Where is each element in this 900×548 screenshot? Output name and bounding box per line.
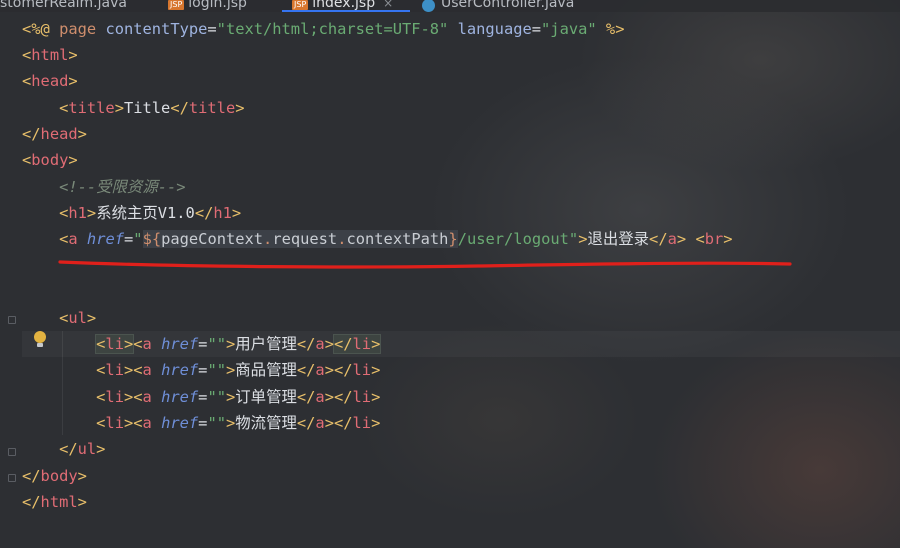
code-line-6: <body> [22,151,78,169]
red-underline-stroke [58,260,792,269]
code-line-li-2: <li><a href="">商品管理</a></li> [96,361,381,379]
code-line-3: <head> [22,72,78,90]
code-line-li-1: <li><a href="">用户管理</a></li> [95,334,382,354]
jsp-file-icon: JSP [168,0,185,10]
code-line-5: </head> [22,125,87,143]
code-line-9: <a href="${pageContext.request.contextPa… [59,230,733,248]
jsp-file-icon: JSP [292,0,309,10]
red-underline-annotation [58,260,792,269]
code-line-li-4: <li><a href="">物流管理</a></li> [96,414,381,432]
code-line-18: </body> [22,467,87,485]
tab-customer-realm-java[interactable]: stomerRealm.java [0,0,127,12]
tab-label: stomerRealm.java [0,0,127,11]
code-line-li-3: <li><a href="">订单管理</a></li> [96,388,381,406]
code-line-8: <h1>系统主页V1.0</h1> [59,204,242,222]
code-line-1: <%@ page contentType="text/html;charset=… [22,20,625,38]
editor-tab-bar: stomerRealm.java JSP login.jsp JSP index.j… [0,0,900,12]
close-tab-icon[interactable]: × [383,0,393,10]
tab-login-jsp[interactable]: JSP login.jsp [168,0,247,12]
java-class-icon [422,0,435,12]
tab-label: login.jsp [188,0,247,11]
fold-marker-icon[interactable] [8,448,16,456]
tab-user-controller-java[interactable]: UserController.java [422,0,574,12]
fold-marker-icon[interactable] [8,474,16,482]
code-line-4: <title>Title</title> [59,99,245,117]
tab-label: UserController.java [441,0,575,11]
code-line-7: <!--受限资源--> [59,178,186,196]
active-tab-indicator [282,10,410,12]
code-line-17: </ul> [59,440,106,458]
code-line-19: </html> [22,493,87,511]
fold-marker-icon[interactable] [8,316,16,324]
code-editor[interactable]: stomerRealm.java JSP login.jsp JSP index.j… [0,0,900,548]
code-line-12: <ul> [59,309,97,327]
editor-gutter [0,12,22,548]
code-line-2: <html> [22,46,78,64]
